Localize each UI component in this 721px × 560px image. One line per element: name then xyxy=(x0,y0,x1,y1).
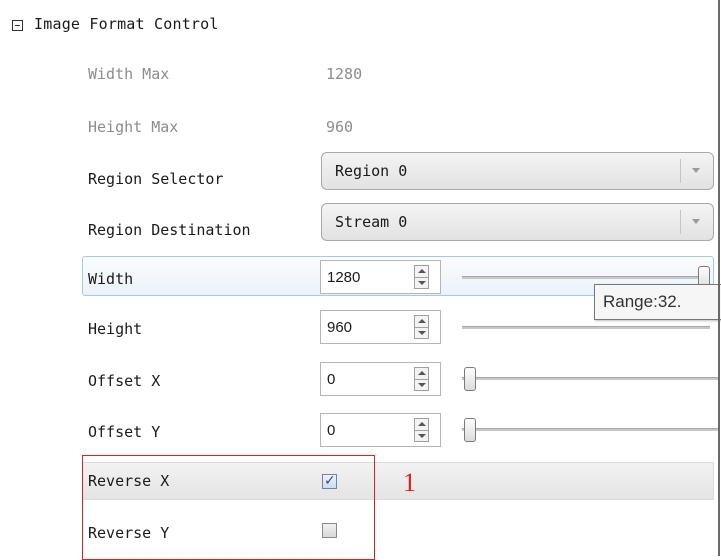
offset-y-slider-thumb[interactable] xyxy=(464,418,476,442)
width-slider-track[interactable] xyxy=(462,276,710,279)
collapse-toggle-icon[interactable] xyxy=(12,20,23,31)
range-tooltip: Range:32. xyxy=(594,284,721,320)
dropdown-separator xyxy=(680,159,681,183)
offset-y-label: Offset Y xyxy=(88,423,161,441)
offset-x-slider-track[interactable] xyxy=(462,377,718,380)
section-title: Image Format Control xyxy=(34,15,219,33)
width-max-value: 1280 xyxy=(326,65,363,83)
spinner-icon[interactable] xyxy=(414,367,429,391)
region-selector-label: Region Selector xyxy=(88,170,224,188)
dropdown-separator xyxy=(680,210,681,234)
width-label: Width xyxy=(88,270,134,288)
height-max-label: Height Max xyxy=(88,118,179,136)
height-input[interactable]: 960 xyxy=(320,310,441,344)
offset-y-input[interactable]: 0 xyxy=(320,413,441,447)
height-value: 960 xyxy=(327,319,353,336)
spinner-icon[interactable] xyxy=(414,265,429,289)
width-max-label: Width Max xyxy=(88,65,170,83)
region-selector-dropdown[interactable]: Region 0 xyxy=(321,152,714,190)
offset-x-slider-thumb[interactable] xyxy=(464,367,476,391)
offset-y-slider-track[interactable] xyxy=(462,428,718,431)
offset-y-value: 0 xyxy=(327,422,336,439)
chevron-down-icon xyxy=(692,219,700,224)
region-destination-label: Region Destination xyxy=(88,221,251,239)
width-value: 1280 xyxy=(327,269,361,286)
chevron-down-icon xyxy=(692,168,700,173)
annotation-box xyxy=(82,455,375,560)
height-max-value: 960 xyxy=(326,118,354,136)
height-slider-track[interactable] xyxy=(462,326,710,329)
region-destination-dropdown[interactable]: Stream 0 xyxy=(321,203,714,241)
spinner-icon[interactable] xyxy=(414,315,429,339)
spinner-icon[interactable] xyxy=(414,418,429,442)
region-selector-value: Region 0 xyxy=(335,162,408,180)
width-input[interactable]: 1280 xyxy=(320,260,441,294)
window-edge xyxy=(718,0,720,556)
offset-x-input[interactable]: 0 xyxy=(320,362,441,396)
region-destination-value: Stream 0 xyxy=(335,213,408,231)
offset-x-label: Offset X xyxy=(88,372,161,390)
height-label: Height xyxy=(88,320,143,338)
offset-x-value: 0 xyxy=(327,371,336,388)
annotation-label: 1 xyxy=(403,468,416,497)
